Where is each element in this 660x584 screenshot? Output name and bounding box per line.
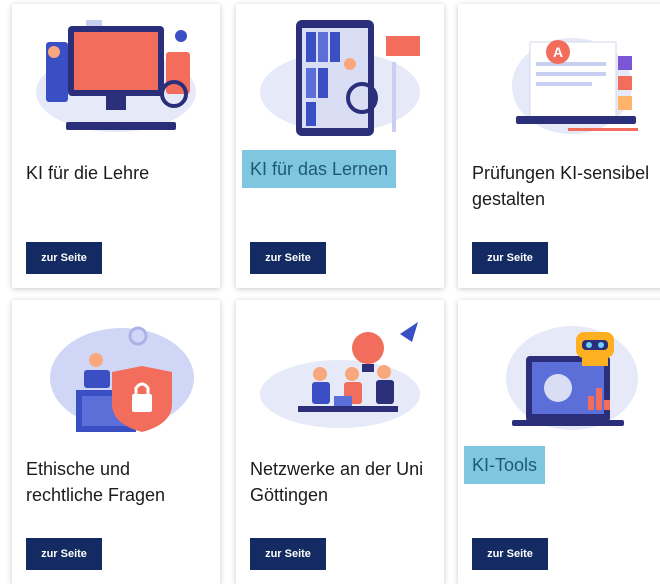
zur-seite-button[interactable]: zur Seite [472,242,548,274]
zur-seite-button[interactable]: zur Seite [26,242,102,274]
library-tablet-illustration [260,20,420,136]
svg-text:A: A [553,44,563,60]
zur-seite-button[interactable]: zur Seite [250,538,326,570]
card-ki-lehre: KI für die Lehre zur Seite [12,4,220,288]
security-lock-illustration [50,326,194,432]
card-title-highlighted: KI-Tools [464,446,546,484]
card-ethik: Ethische und rechtliche Fragen zur Seite [12,300,220,584]
card-netzwerke: Netzwerke an der Uni Göttingen zur Seite [236,300,444,584]
card-title-highlighted: KI für das Lernen [242,150,397,188]
card-ki-lernen: KI für das Lernen zur Seite [236,4,444,288]
card-title: Ethische und rechtliche Fragen [26,459,166,505]
zur-seite-button[interactable]: zur Seite [250,242,326,274]
card-ki-tools: KI-Tools zur Seite [458,300,660,584]
robot-analytics-illustration [506,326,638,430]
team-collaboration-illustration [260,322,420,428]
zur-seite-button[interactable]: zur Seite [26,538,102,570]
card-title: KI für die Lehre [26,163,150,183]
exam-laptop-illustration: A [512,38,638,134]
card-title: Netzwerke an der Uni Göttingen [250,459,424,505]
card-title: Prüfungen KI-sensibel gestalten [472,163,650,209]
zur-seite-button[interactable]: zur Seite [472,538,548,570]
monitor-design-illustration [36,20,196,132]
card-pruefungen: A Prüfungen KI-sensibel gestalten zur Se… [458,4,660,288]
